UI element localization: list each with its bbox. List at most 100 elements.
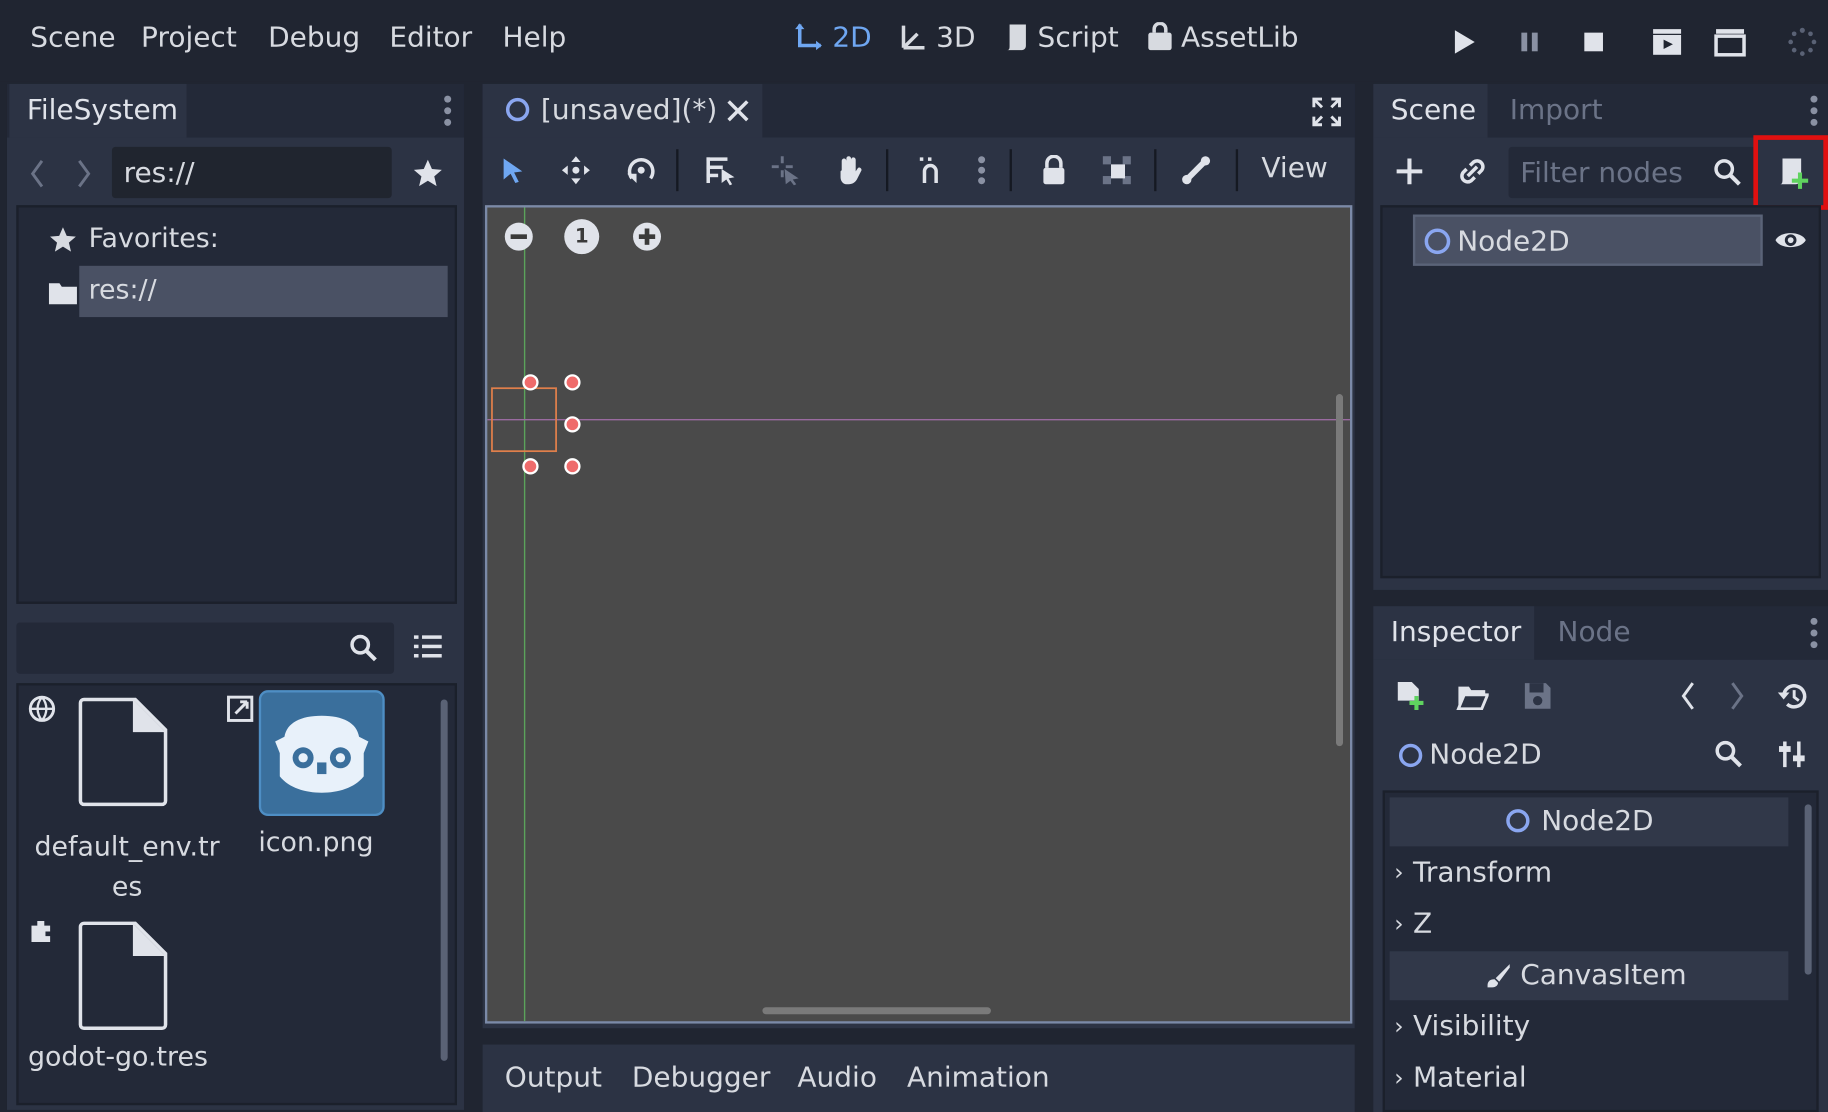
workspace-2d-button[interactable]: 2D <box>795 21 872 54</box>
search-icon[interactable] <box>1711 737 1746 772</box>
group-z[interactable]: › Z <box>1390 900 1789 949</box>
history-forward-icon[interactable] <box>1723 678 1751 713</box>
instance-scene-icon[interactable] <box>1455 154 1490 189</box>
zoom-in-icon[interactable] <box>630 219 665 254</box>
pan-tool-icon[interactable] <box>832 154 865 187</box>
path-field[interactable]: res:// <box>111 146 392 199</box>
workspace-script-button[interactable]: Script <box>1003 21 1119 54</box>
group-material[interactable]: › Material <box>1390 1054 1789 1103</box>
node2d-icon <box>505 97 530 122</box>
menu-scene[interactable]: Scene <box>30 21 115 54</box>
resize-handle[interactable] <box>522 458 539 475</box>
section-node2d-label: Node2D <box>1541 804 1654 838</box>
toolbar-divider <box>1154 149 1157 192</box>
workspace-script-label: Script <box>1037 20 1119 54</box>
visibility-eye-icon[interactable] <box>1772 222 1809 259</box>
tree-node-node2d-label: Node2D <box>1457 224 1570 258</box>
list-select-tool-icon[interactable] <box>704 154 737 187</box>
menu-project[interactable]: Project <box>141 21 237 54</box>
select-tool-icon[interactable] <box>497 154 530 187</box>
dock-menu-icon[interactable] <box>1805 93 1824 128</box>
snap-options-icon[interactable] <box>972 154 991 187</box>
group-visibility[interactable]: › Visibility <box>1390 1003 1789 1052</box>
zoom-out-icon[interactable] <box>501 219 536 254</box>
viewport-horizontal-scrollbar[interactable] <box>762 1007 991 1015</box>
save-icon[interactable] <box>1520 678 1555 713</box>
move-tool-icon[interactable] <box>560 154 593 187</box>
file-item-icon-png[interactable]: icon.png <box>240 685 438 907</box>
tab-animation[interactable]: Animation <box>907 1061 1050 1094</box>
tab-filesystem[interactable]: FileSystem <box>9 83 187 138</box>
menu-editor[interactable]: Editor <box>389 21 472 54</box>
filter-nodes-input[interactable]: Filter nodes <box>1508 146 1756 199</box>
tab-unsaved-scene[interactable]: [unsaved](*) <box>482 83 763 138</box>
tree-node-node2d[interactable]: Node2D <box>1412 214 1763 266</box>
object-history-icon[interactable] <box>1774 678 1811 713</box>
top-bar: Scene Project Debug Editor Help 2D 3D Sc… <box>0 0 1828 82</box>
dock-menu-icon[interactable] <box>436 93 459 128</box>
inspector-scrollbar[interactable] <box>1804 804 1812 975</box>
menu-debug[interactable]: Debug <box>268 21 360 54</box>
resize-handle[interactable] <box>564 374 581 391</box>
attach-script-button[interactable] <box>1753 135 1828 210</box>
forward-icon[interactable] <box>70 156 98 191</box>
tab-node[interactable]: Node <box>1558 616 1631 649</box>
node2d-icon <box>1398 743 1423 768</box>
inspected-object-name: Node2D <box>1429 737 1542 771</box>
history-back-icon[interactable] <box>1674 678 1702 713</box>
section-canvasitem-label: CanvasItem <box>1520 958 1687 991</box>
menu-help[interactable]: Help <box>502 21 566 54</box>
play-icon[interactable] <box>1448 26 1481 59</box>
group-transform[interactable]: › Transform <box>1390 849 1789 898</box>
workspace-2d-label: 2D <box>832 20 872 54</box>
fullscreen-icon[interactable] <box>1308 93 1345 130</box>
tab-debugger[interactable]: Debugger <box>632 1061 770 1094</box>
tab-filesystem-label: FileSystem <box>26 93 178 126</box>
resize-handle[interactable] <box>564 416 581 433</box>
stop-icon[interactable] <box>1577 26 1610 59</box>
plugin-icon <box>26 914 59 947</box>
list-view-icon[interactable] <box>410 630 445 665</box>
script-icon <box>1003 22 1031 52</box>
tab-audio[interactable]: Audio <box>797 1061 877 1094</box>
workspace-assetlib-button[interactable]: AssetLib <box>1146 21 1299 54</box>
workspace-3d-label: 3D <box>936 20 976 54</box>
tab-scene[interactable]: Scene <box>1373 83 1488 138</box>
tab-output[interactable]: Output <box>505 1061 602 1094</box>
snap-icon[interactable] <box>914 154 947 187</box>
play-scene-icon[interactable] <box>1648 23 1685 60</box>
workspace-3d-button[interactable]: 3D <box>899 20 976 54</box>
view-menu-button[interactable]: View <box>1261 152 1327 185</box>
tools-icon[interactable] <box>1774 737 1809 772</box>
play-custom-scene-icon[interactable] <box>1711 23 1748 60</box>
lock-icon[interactable] <box>1038 154 1071 187</box>
node2d-icon <box>1424 228 1451 255</box>
bone-icon[interactable] <box>1180 154 1213 187</box>
resize-handle[interactable] <box>522 374 539 391</box>
file-search-input[interactable] <box>16 622 395 674</box>
file-grid-scrollbar[interactable] <box>440 699 448 1061</box>
resize-handle[interactable] <box>564 458 581 475</box>
group-icon[interactable] <box>1101 154 1134 187</box>
pause-icon[interactable] <box>1513 26 1546 59</box>
tab-inspector[interactable]: Inspector <box>1373 606 1535 660</box>
rotate-tool-icon[interactable] <box>625 154 658 187</box>
favorite-star-icon[interactable] <box>410 156 445 191</box>
assetlib-icon <box>1146 22 1174 52</box>
dock-menu-icon[interactable] <box>1805 616 1824 651</box>
section-node2d-header: Node2D <box>1389 797 1789 847</box>
chevron-right-icon: › <box>1394 1011 1404 1040</box>
pivot-tool-icon[interactable] <box>769 154 802 187</box>
tree-item-res[interactable]: res:// <box>79 265 448 318</box>
tab-import[interactable]: Import <box>1510 93 1603 126</box>
open-folder-icon[interactable] <box>1455 678 1490 713</box>
zoom-reset-button[interactable]: 1 <box>564 219 600 255</box>
back-icon[interactable] <box>23 156 51 191</box>
new-resource-icon[interactable] <box>1392 678 1427 713</box>
close-icon[interactable] <box>723 96 753 126</box>
file-name-default-env: default_env.tr es <box>34 832 220 903</box>
viewport-vertical-scrollbar[interactable] <box>1336 394 1344 747</box>
file-item-godot-go[interactable]: godot-go.tres <box>19 912 439 1106</box>
add-node-icon[interactable] <box>1392 154 1427 189</box>
canvas-viewport[interactable]: 1 <box>484 205 1353 1024</box>
